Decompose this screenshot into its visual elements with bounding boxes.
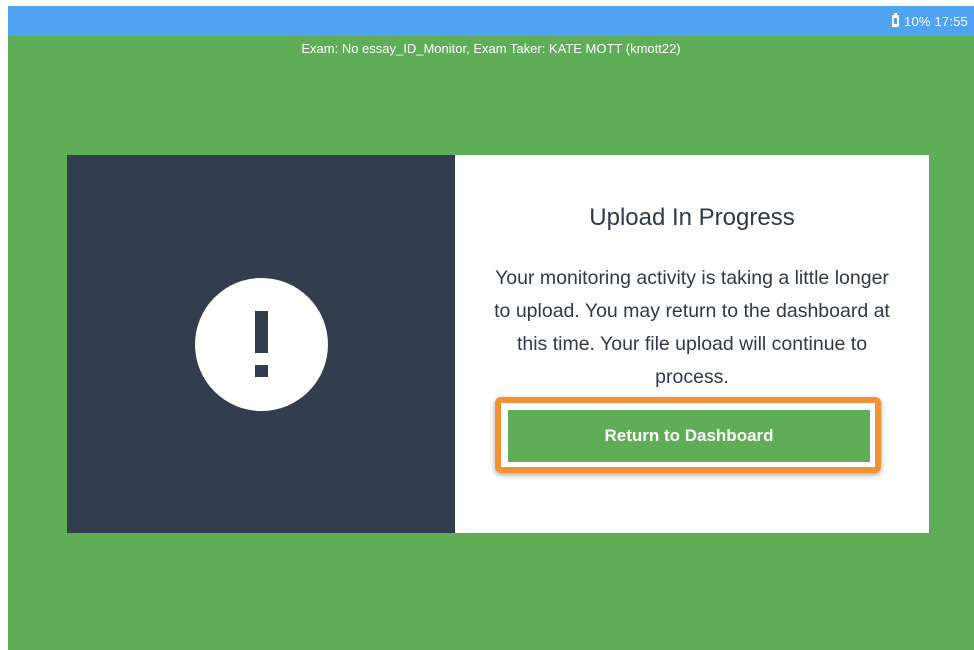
upload-dialog: Upload In Progress Your monitoring activ… [67,155,929,533]
exam-header: Exam: No essay_ID_Monitor, Exam Taker: K… [301,41,681,56]
exclamation-bar [254,310,268,353]
dialog-title: Upload In Progress [589,204,795,231]
dialog-message: Your monitoring activity is taking a lit… [494,267,890,388]
battery-charging-icon [892,13,900,27]
button-highlight: Return to Dashboard [495,397,881,473]
status-time: 17:55 [934,13,968,29]
battery-level: 10% [904,13,931,29]
dialog-icon-panel [67,155,455,533]
status-bar: 10% 17:55 [8,6,974,36]
app-screen: 10% 17:55 Exam: No essay_ID_Monitor, Exa… [8,6,974,650]
exclamation-icon [194,277,328,411]
dialog-content-panel: Upload In Progress Your monitoring activ… [455,155,929,533]
return-to-dashboard-button[interactable]: Return to Dashboard [508,410,870,462]
exclamation-dot [254,364,268,377]
